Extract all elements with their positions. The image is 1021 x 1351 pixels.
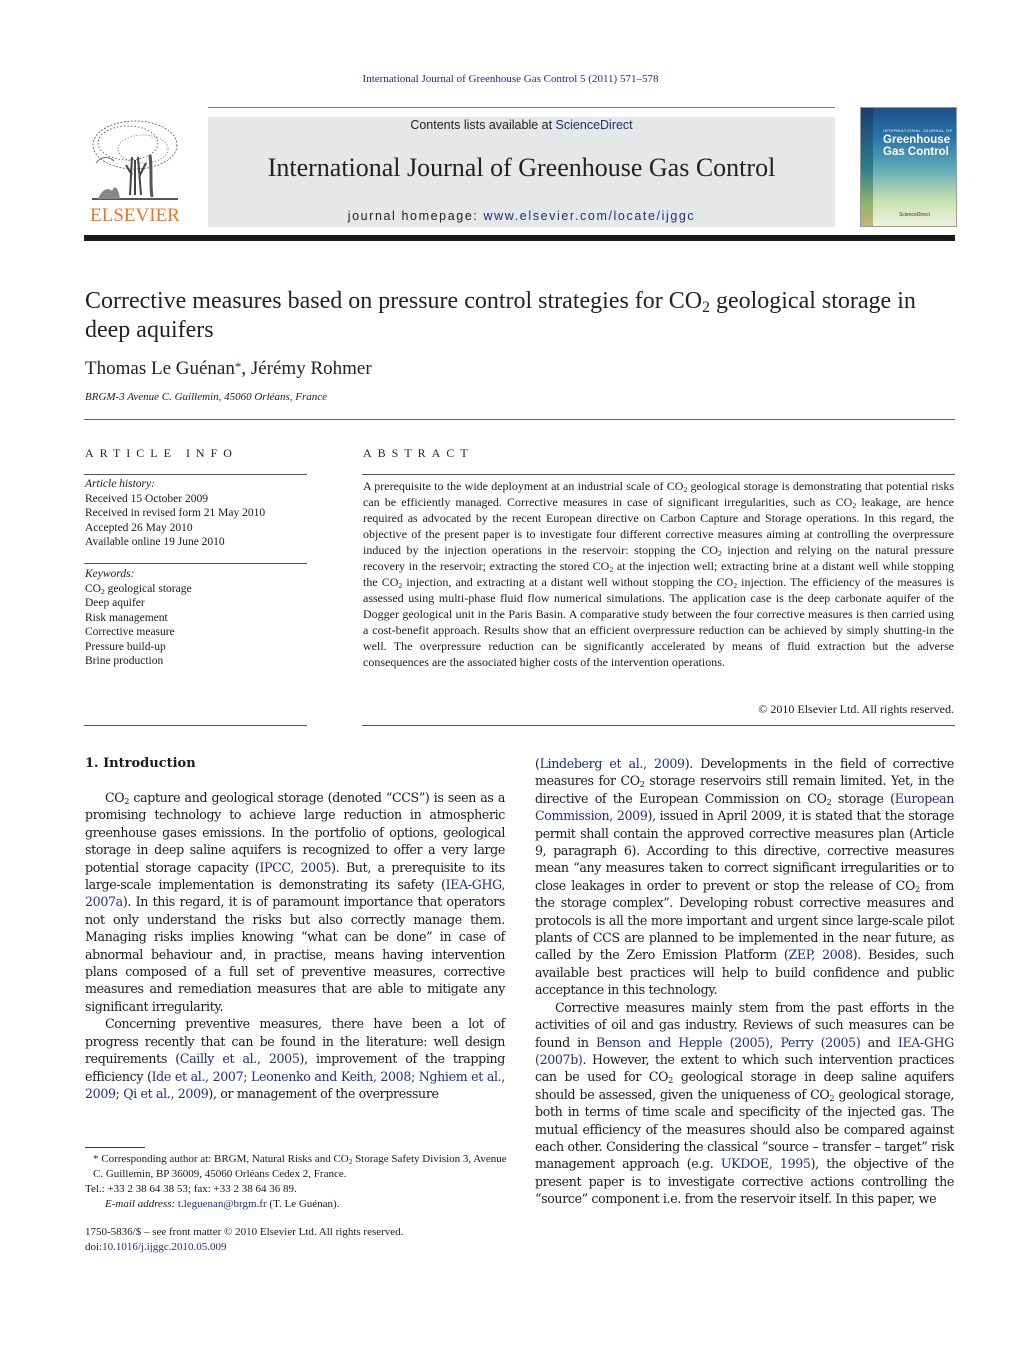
author-list: Thomas Le Guénan*, Jérémy Rohmer	[85, 358, 372, 380]
abstract-heading: ABSTRACT	[363, 446, 474, 460]
text: storage (	[831, 790, 895, 806]
divider	[84, 474, 307, 475]
history-item: Received 15 October 2009	[85, 492, 208, 505]
cover-small-text: INTERNATIONAL JOURNAL OF	[883, 128, 953, 133]
keyword-item: Risk management	[85, 611, 168, 624]
citation-link[interactable]: Perry (2005)	[780, 1035, 860, 1050]
history-item: Received in revised form 21 May 2010	[85, 507, 266, 519]
footnote-phone: Tel.: +33 2 38 64 38 53; fax: +33 2 38 6…	[85, 1183, 297, 1195]
doi-line: doi:10.1016/j.ijggc.2010.05.009	[85, 1240, 515, 1255]
abstract-segment: injection, and extracting at a distant w…	[402, 575, 734, 589]
contents-prefix: Contents lists available at	[410, 118, 556, 132]
email-link[interactable]: t.leguenan@brgm.fr	[178, 1198, 267, 1210]
header-rule	[208, 107, 835, 108]
footnote-address: * Corresponding author at: BRGM, Natural…	[85, 1152, 515, 1182]
author-separator: ,	[241, 358, 251, 379]
text: (T. Le Guénan).	[266, 1198, 340, 1210]
header-thick-rule	[84, 235, 955, 241]
body-column-left: CO2 capture and geological storage (deno…	[85, 789, 505, 1102]
divider	[84, 419, 955, 420]
journal-homepage-link[interactable]: www.elsevier.com/locate/ijggc	[484, 209, 696, 223]
email-label: E-mail address:	[105, 1198, 178, 1210]
text: and	[860, 1034, 898, 1050]
contents-line: Contents lists available at ScienceDirec…	[208, 118, 835, 132]
journal-banner: Contents lists available at ScienceDirec…	[208, 117, 835, 227]
citation-link[interactable]: ZEP, 2008	[788, 947, 853, 962]
journal-citation: International Journal of Greenhouse Gas …	[362, 73, 659, 85]
corresponding-author-footnote: * Corresponding author at: BRGM, Natural…	[85, 1152, 515, 1212]
paragraph: (Lindeberg et al., 2009). Developments i…	[535, 755, 954, 999]
author-1: Thomas Le Guénan	[85, 358, 235, 379]
affiliation: BRGM-3 Avenue C. Guillemin, 45060 Orléan…	[85, 391, 328, 403]
section-heading-introduction: 1. Introduction	[85, 756, 196, 771]
keyword-item: Pressure build-up	[85, 640, 166, 653]
issn-line: 1750-5836/$ – see front matter © 2010 El…	[85, 1226, 404, 1238]
keyword-item: Brine production	[85, 655, 164, 667]
cover-title-line2: Gas Control	[883, 146, 949, 158]
cover-publisher: ScienceDirect	[899, 212, 930, 218]
homepage-prefix: journal homepage:	[347, 209, 484, 223]
divider	[84, 725, 307, 726]
title-part1: Corrective measures based on pressure co…	[85, 288, 703, 314]
article-title: Corrective measures based on pressure co…	[85, 287, 945, 345]
cover-stripe	[861, 108, 873, 226]
history-label: Article history:	[85, 478, 155, 490]
history-item: Accepted 26 May 2010	[85, 521, 193, 534]
divider	[362, 725, 955, 726]
keyword-item: Deep aquifer	[85, 597, 145, 609]
cover-title: Greenhouse Gas Control	[883, 134, 955, 158]
divider	[362, 474, 955, 475]
homepage-line: journal homepage: www.elsevier.com/locat…	[208, 209, 835, 223]
abstract-copyright: © 2010 Elsevier Ltd. All rights reserved…	[758, 702, 954, 716]
divider	[84, 563, 307, 564]
abstract-text: A prerequisite to the wide deployment at…	[363, 478, 954, 670]
citation-link[interactable]: Benson and Hepple (2005)	[596, 1035, 770, 1050]
title-subscript: 2	[702, 298, 710, 316]
keyword-item: CO2 geological storage	[85, 582, 307, 597]
body-column-right: (Lindeberg et al., 2009). Developments i…	[535, 755, 954, 1208]
keyword-item: Corrective measure	[85, 626, 175, 638]
cover-title-line1: Greenhouse	[883, 134, 951, 146]
text: ,	[769, 1034, 781, 1050]
abstract-segment: A prerequisite to the wide deployment at…	[363, 479, 684, 493]
citation-link[interactable]: IPCC, 2005	[259, 860, 331, 875]
article-info-heading: ARTICLE INFO	[85, 446, 238, 460]
elsevier-logo[interactable]: ELSEVIER	[84, 115, 186, 227]
abstract-segment: injection. The efficiency of the measure…	[363, 575, 954, 669]
front-matter: 1750-5836/$ – see front matter © 2010 El…	[85, 1225, 515, 1255]
text: ), or management of the overpressure	[208, 1085, 439, 1101]
doi-prefix: doi:	[85, 1241, 103, 1253]
text: * Corresponding author at: BRGM, Natural…	[93, 1153, 349, 1165]
doi-link[interactable]: 10.1016/j.ijggc.2010.05.009	[102, 1241, 226, 1253]
elsevier-wordmark: ELSEVIER	[90, 205, 180, 226]
keywords-label: Keywords:	[85, 568, 135, 580]
text: ). In this regard, it is of paramount im…	[85, 894, 505, 1014]
paragraph: Corrective measures mainly stem from the…	[535, 999, 954, 1208]
author-2: Jérémy Rohmer	[250, 358, 372, 379]
history-item: Available online 19 June 2010	[85, 536, 225, 548]
citation-link[interactable]: Cailly et al., 2005	[180, 1051, 300, 1066]
journal-cover-thumbnail[interactable]: INTERNATIONAL JOURNAL OF Greenhouse Gas …	[860, 107, 957, 227]
article-history: Article history: Received 15 October 200…	[85, 477, 307, 550]
keyword-co2-prefix: CO	[85, 582, 101, 595]
sciencedirect-link[interactable]: ScienceDirect	[556, 118, 633, 132]
text: CO	[105, 790, 125, 805]
paragraph: CO2 capture and geological storage (deno…	[85, 789, 505, 1015]
journal-title: International Journal of Greenhouse Gas …	[267, 153, 776, 182]
citation-link[interactable]: Lindeberg et al., 2009	[540, 756, 685, 771]
footnote-email: E-mail address: t.leguenan@brgm.fr (T. L…	[85, 1197, 515, 1212]
keyword-co2-suffix: geological storage	[104, 582, 192, 595]
keywords: Keywords: CO2 geological storage Deep aq…	[85, 567, 307, 669]
footnote-rule	[85, 1147, 145, 1148]
elsevier-tree-icon	[92, 120, 178, 200]
paragraph: Concerning preventive measures, there ha…	[85, 1015, 505, 1102]
citation-link[interactable]: UKDOE, 1995	[721, 1156, 811, 1171]
